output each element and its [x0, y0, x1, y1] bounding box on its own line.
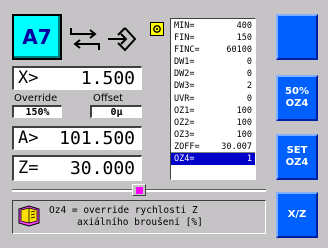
parameter-name: OZ2= [174, 117, 195, 128]
parameter-row[interactable]: ZOFF= 30.007 [171, 141, 255, 154]
z-axis-field[interactable]: Z= 30.000 [12, 155, 142, 181]
slider-thumb[interactable] [132, 184, 146, 196]
blank-button[interactable] [276, 14, 318, 60]
x-axis-field[interactable]: X> 1.500 [12, 66, 142, 90]
override-50-line1: 50% [285, 86, 309, 97]
parameter-name: OZ4= [174, 154, 195, 165]
parameter-row[interactable]: DW2= 0 [171, 68, 255, 80]
override-label: Override [14, 93, 58, 104]
parameter-row[interactable]: OZ2= 100 [171, 117, 255, 129]
parameter-value: 100 [236, 129, 252, 140]
parameter-name: DW2= [174, 69, 195, 80]
parameter-row[interactable]: DW1= 0 [171, 56, 255, 68]
parameter-row[interactable]: OZ1= 100 [171, 105, 255, 117]
help-book-icon [16, 205, 42, 227]
x-axis-label: X> [18, 68, 39, 88]
enter-diamond-icon[interactable] [106, 23, 138, 55]
xz-label: X/Z [287, 209, 307, 220]
parameter-value: 150 [236, 33, 252, 44]
parameter-value: 0 [246, 57, 252, 68]
parameter-row[interactable]: DW3= 2 [171, 80, 255, 92]
swap-arrows-icon[interactable] [68, 24, 102, 54]
offset-label: Offset [93, 93, 124, 104]
z-axis-value: 30.000 [69, 157, 135, 179]
parameter-name: FIN= [174, 33, 195, 44]
settings-gear-icon[interactable] [150, 22, 164, 36]
parameter-row[interactable]: OZ4= 1 [171, 153, 255, 166]
parameter-value: 0 [246, 93, 252, 104]
parameter-row[interactable]: FIN= 150 [171, 32, 255, 44]
parameter-value: 2 [246, 81, 252, 92]
parameter-name: OZ3= [174, 129, 195, 140]
gear-svg [153, 25, 161, 33]
parameter-list[interactable]: MIN= 400 FIN= 150 FINC= 60100 DW1= 0 DW2= 0 DW3= 2 U… [170, 18, 256, 180]
parameter-value: 1 [246, 154, 252, 165]
parameter-name: MIN= [174, 21, 195, 31]
z-axis-label: Z= [18, 158, 39, 178]
a-axis-field[interactable]: A> 101.500 [12, 126, 142, 150]
parameter-value: 30.007 [221, 141, 252, 152]
help-message-line1: Oz4 = override rychlosti Z [49, 205, 198, 216]
parameter-name: FINC= [174, 45, 200, 56]
override-50-line2: OZ4 [285, 98, 309, 109]
parameter-row[interactable]: MIN= 400 [171, 20, 255, 32]
parameter-value: 0 [246, 69, 252, 80]
set-oz4-line1: SET [286, 145, 308, 156]
parameter-row[interactable]: OZ3= 100 [171, 129, 255, 141]
swap-arrows-svg [70, 28, 100, 50]
parameter-name: DW3= [174, 81, 195, 92]
enter-diamond-svg [108, 27, 137, 52]
help-message-line2: axiálního broušení [%] [77, 217, 203, 228]
mode-indicator[interactable]: A7 [12, 14, 62, 60]
parameter-value: 60100 [226, 45, 252, 56]
x-axis-value: 1.500 [80, 67, 135, 89]
override-50-oz4-button[interactable]: 50% OZ4 [276, 75, 318, 121]
parameter-name: UVR= [174, 93, 195, 104]
parameter-value: 100 [236, 117, 252, 128]
override-field[interactable]: 150% [12, 105, 62, 118]
parameter-value: 100 [236, 105, 252, 116]
xz-toggle-button[interactable]: X/Z [276, 192, 318, 238]
parameter-row[interactable]: UVR= 0 [171, 93, 255, 105]
a-axis-label: A> [18, 128, 39, 148]
parameter-value: 400 [236, 21, 252, 31]
help-book-svg [18, 205, 40, 227]
parameter-name: DW1= [174, 57, 195, 68]
slider-thumb-marker [135, 186, 143, 194]
override-50-oz4-text: 50% OZ4 [285, 86, 309, 110]
parameter-name: ZOFF= [174, 141, 200, 152]
parameter-row[interactable]: FINC= 60100 [171, 44, 255, 56]
help-message-panel: Oz4 = override rychlosti Z axiálního bro… [12, 200, 266, 234]
set-oz4-line2: OZ4 [285, 157, 309, 168]
a-axis-value: 101.500 [59, 127, 135, 149]
set-oz4-text: SET OZ4 [286, 145, 309, 169]
offset-field[interactable]: 0µ [90, 105, 142, 118]
set-oz4-button[interactable]: SET OZ4 [276, 134, 318, 180]
parameter-name: OZ1= [174, 105, 195, 116]
